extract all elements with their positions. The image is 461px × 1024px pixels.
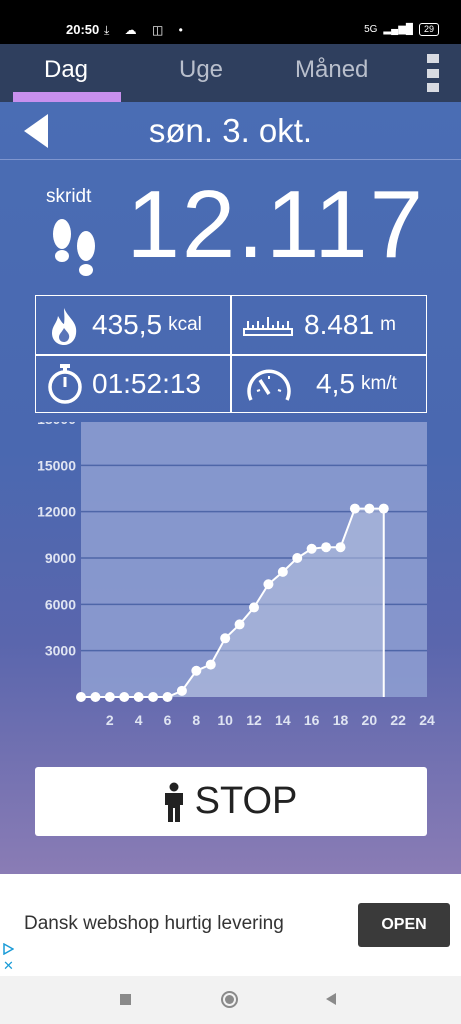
stop-button[interactable]: STOP (35, 767, 427, 836)
x-tick-label: 8 (192, 712, 200, 728)
data-point (364, 503, 375, 514)
footprints-icon (53, 219, 95, 276)
speed-cell: 4,5 km/t (316, 355, 397, 413)
x-tick-label: 24 (419, 712, 435, 728)
recent-apps-icon[interactable] (120, 994, 131, 1005)
distance-unit: m (380, 314, 396, 335)
distance-value: 8.481 (304, 309, 375, 340)
status-right: 5G ▂▄▆█ 29 (364, 23, 439, 36)
data-point (148, 692, 159, 702)
x-tick-label: 10 (217, 712, 233, 728)
data-point (76, 692, 86, 702)
x-tick-label: 18 (333, 712, 349, 728)
x-tick-label: 6 (164, 712, 172, 728)
data-point (263, 579, 274, 590)
calories-cell: 435,5 kcal (92, 296, 202, 354)
date-label: søn. 3. okt. (148, 112, 313, 149)
x-tick-label: 12 (246, 712, 262, 728)
data-point (104, 692, 115, 702)
duration-value: 01:52:13 (92, 368, 201, 399)
ad-text: Dansk webshop hurtig levering (24, 913, 284, 934)
calories-value: 435,5 (92, 309, 163, 340)
x-tick-label: 14 (275, 712, 291, 728)
x-tick-label: 2 (106, 712, 114, 728)
speedometer-icon (247, 369, 291, 401)
data-point (220, 633, 231, 644)
ad-close-icon[interactable]: ✕ (3, 958, 14, 974)
data-point (133, 692, 144, 702)
tab-dag[interactable]: Dag (44, 56, 88, 84)
y-tick-label: 6000 (45, 596, 76, 612)
stopwatch-icon (48, 364, 82, 404)
battery-icon: 29 (418, 23, 439, 36)
back-icon[interactable] (326, 993, 336, 1005)
calories-unit: kcal (168, 314, 202, 335)
status-bar: 20:50 ⤓ ☁ ◫ • 5G ▂▄▆█ 29 (0, 0, 461, 44)
active-tab-indicator (13, 92, 121, 102)
person-icon (164, 782, 183, 822)
steps-count: 12.117 (126, 171, 425, 278)
steps-chart: 3000600090001200015000180002468101214161… (37, 422, 435, 728)
stop-label: STOP (194, 780, 298, 822)
notification-icons: ⤓ ☁ ◫ • (104, 23, 189, 37)
data-point (162, 692, 173, 702)
home-icon[interactable] (221, 991, 238, 1008)
overflow-menu-icon[interactable] (427, 54, 439, 92)
data-point (306, 543, 317, 554)
stats-table: 435,5 kcal 8.481 m 01:52:13 4,5 km/t (35, 295, 427, 413)
data-point (349, 503, 360, 514)
status-time: 20:50 (66, 22, 100, 37)
data-point (176, 685, 187, 696)
data-point (378, 503, 389, 514)
x-tick-label: 16 (304, 712, 320, 728)
data-point (119, 692, 130, 702)
data-point (277, 566, 288, 577)
tab-uge[interactable]: Uge (179, 56, 223, 84)
y-tick-label: 9000 (45, 550, 76, 566)
y-tick-label: 18000 (37, 422, 76, 427)
date-row: søn. 3. okt. (0, 102, 461, 160)
day-view: søn. 3. okt. skridt 12.117 435,5 kcal 8.… (0, 102, 461, 874)
steps-label: skridt (46, 186, 92, 207)
x-tick-label: 22 (390, 712, 406, 728)
data-point (205, 659, 216, 670)
data-point (292, 553, 303, 563)
x-tick-label: 4 (135, 712, 143, 728)
data-point (191, 665, 202, 676)
signal-icon: ▂▄▆█ (383, 24, 413, 35)
data-point (90, 692, 101, 702)
distance-cell: 8.481 m (304, 296, 396, 354)
flame-icon (52, 308, 77, 345)
ad-open-button[interactable]: OPEN (358, 903, 450, 947)
data-point (249, 602, 259, 613)
x-tick-label: 20 (362, 712, 378, 728)
duration-cell: 01:52:13 (92, 355, 201, 413)
system-nav-bar (0, 976, 461, 1024)
tab-maaned[interactable]: Måned (295, 56, 368, 84)
speed-unit: km/t (360, 373, 397, 394)
ad-banner[interactable]: Dansk webshop hurtig levering OPEN ✕ (0, 874, 461, 976)
ruler-icon (243, 317, 293, 336)
y-tick-label: 15000 (37, 457, 76, 473)
y-tick-label: 3000 (45, 643, 76, 659)
y-tick-label: 12000 (37, 504, 76, 520)
data-point (234, 619, 245, 630)
network-label: 5G (364, 24, 378, 35)
data-point (335, 542, 346, 553)
speed-value: 4,5 (316, 368, 355, 399)
adchoices-icon[interactable] (3, 943, 14, 955)
data-point (321, 542, 332, 553)
